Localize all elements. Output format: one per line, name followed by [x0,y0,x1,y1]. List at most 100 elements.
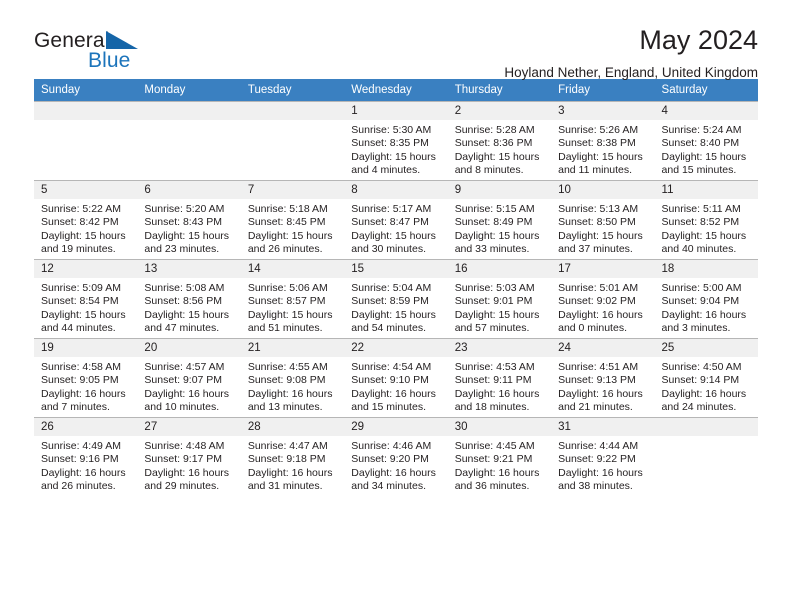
calendar-week-row: 1 Sunrise: 5:30 AM Sunset: 8:35 PM Daylight… [34,101,758,180]
calendar-day-cell[interactable]: 23 Sunrise: 4:53 AM Sunset: 9:11 PM Dayligh… [447,338,552,417]
calendar-week-row: 26 Sunrise: 4:49 AM Sunset: 9:16 PM Dayligh… [34,417,758,496]
day-details: Sunrise: 5:30 AM Sunset: 8:35 PM Daylight:… [344,120,447,178]
daylight-text: Daylight: 16 hours and 24 minutes. [661,387,747,414]
daylight-text: Daylight: 16 hours and 10 minutes. [144,387,230,414]
day-number: 22 [344,338,448,357]
day-number [654,417,758,436]
day-cell-inner: 9 Sunrise: 5:15 AM Sunset: 8:49 PM Daylight… [447,180,552,259]
day-number: 4 [654,101,758,120]
day-cell-inner [137,101,241,180]
day-cell-inner: 15 Sunrise: 5:04 AM Sunset: 8:59 PM Dayligh… [344,259,448,338]
weekday-header-tuesday: Tuesday [240,79,345,101]
day-cell-inner: 13 Sunrise: 5:08 AM Sunset: 8:56 PM Dayligh… [137,259,241,338]
sunset-text: Sunset: 9:07 PM [144,374,223,387]
calendar-day-cell[interactable]: 25 Sunrise: 4:50 AM Sunset: 9:14 PM Dayligh… [654,338,758,417]
weekday-header-monday: Monday [137,79,241,101]
day-number: 14 [240,259,345,278]
daylight-text: Daylight: 15 hours and 30 minutes. [351,229,436,256]
calendar-day-cell[interactable]: 18 Sunrise: 5:00 AM Sunset: 9:04 PM Dayligh… [654,259,758,338]
daylight-text: Daylight: 15 hours and 47 minutes. [144,308,230,335]
sunset-text: Sunset: 8:47 PM [351,216,429,229]
day-details: Sunrise: 5:26 AM Sunset: 8:38 PM Daylight:… [551,120,654,178]
sunrise-text: Sunrise: 5:15 AM [454,203,535,215]
sunrise-text: Sunrise: 5:06 AM [247,282,328,294]
calendar-day-cell[interactable]: 29 Sunrise: 4:46 AM Sunset: 9:20 PM Dayligh… [344,417,448,496]
calendar-day-cell[interactable]: 5 Sunrise: 5:22 AM Sunset: 8:42 PM Daylight… [34,180,138,259]
daylight-text: Daylight: 15 hours and 26 minutes. [247,229,333,256]
calendar-day-cell-empty [137,101,241,180]
sunrise-text: Sunrise: 4:55 AM [247,361,328,373]
calendar-day-cell[interactable]: 12 Sunrise: 5:09 AM Sunset: 8:54 PM Dayligh… [34,259,138,338]
calendar-day-cell[interactable]: 15 Sunrise: 5:04 AM Sunset: 8:59 PM Dayligh… [344,259,448,338]
calendar-day-cell[interactable]: 9 Sunrise: 5:15 AM Sunset: 8:49 PM Daylight… [447,180,552,259]
day-details: Sunrise: 4:57 AM Sunset: 9:07 PM Daylight:… [137,357,240,415]
sunset-text: Sunset: 8:45 PM [247,216,326,229]
sunset-text: Sunset: 9:05 PM [41,374,119,387]
day-number: 18 [654,259,758,278]
sunrise-text: Sunrise: 4:51 AM [558,361,639,373]
daylight-text: Daylight: 16 hours and 18 minutes. [454,387,540,414]
calendar-day-cell[interactable]: 26 Sunrise: 4:49 AM Sunset: 9:16 PM Dayligh… [34,417,138,496]
sunset-text: Sunset: 9:10 PM [351,374,429,387]
daylight-text: Daylight: 16 hours and 0 minutes. [558,308,643,335]
day-details: Sunrise: 5:20 AM Sunset: 8:43 PM Daylight:… [137,199,240,257]
calendar-day-cell[interactable]: 27 Sunrise: 4:48 AM Sunset: 9:17 PM Dayligh… [137,417,241,496]
sunset-text: Sunset: 9:21 PM [454,453,533,466]
day-cell-inner: 23 Sunrise: 4:53 AM Sunset: 9:11 PM Dayligh… [447,338,552,417]
calendar-day-cell[interactable]: 31 Sunrise: 4:44 AM Sunset: 9:22 PM Dayligh… [551,417,655,496]
calendar-day-cell[interactable]: 30 Sunrise: 4:45 AM Sunset: 9:21 PM Dayligh… [447,417,552,496]
day-number: 3 [551,101,655,120]
sunrise-text: Sunrise: 4:45 AM [454,440,535,452]
day-cell-inner: 18 Sunrise: 5:00 AM Sunset: 9:04 PM Dayligh… [654,259,758,338]
weekday-header-sunday: Sunday [34,79,138,101]
calendar-day-cell[interactable]: 19 Sunrise: 4:58 AM Sunset: 9:05 PM Dayligh… [34,338,138,417]
calendar-day-cell[interactable]: 21 Sunrise: 4:55 AM Sunset: 9:08 PM Dayligh… [240,338,345,417]
day-cell-inner: 25 Sunrise: 4:50 AM Sunset: 9:14 PM Dayligh… [654,338,758,417]
calendar-day-cell[interactable]: 22 Sunrise: 4:54 AM Sunset: 9:10 PM Dayligh… [344,338,448,417]
daylight-text: Daylight: 15 hours and 4 minutes. [351,150,436,177]
day-number: 8 [344,180,448,199]
calendar-day-cell[interactable]: 24 Sunrise: 4:51 AM Sunset: 9:13 PM Dayligh… [551,338,655,417]
calendar-day-cell[interactable]: 11 Sunrise: 5:11 AM Sunset: 8:52 PM Dayligh… [654,180,758,259]
calendar-day-cell[interactable]: 13 Sunrise: 5:08 AM Sunset: 8:56 PM Dayligh… [137,259,241,338]
day-number: 25 [654,338,758,357]
day-cell-inner: 21 Sunrise: 4:55 AM Sunset: 9:08 PM Dayligh… [240,338,345,417]
sunrise-text: Sunrise: 4:58 AM [41,361,121,373]
calendar-day-cell[interactable]: 3 Sunrise: 5:26 AM Sunset: 8:38 PM Daylight… [551,101,655,180]
sunset-text: Sunset: 8:42 PM [41,216,119,229]
daylight-text: Daylight: 16 hours and 29 minutes. [144,466,230,493]
calendar-day-cell-empty [654,417,758,496]
day-cell-inner: 20 Sunrise: 4:57 AM Sunset: 9:07 PM Dayligh… [137,338,241,417]
day-cell-inner: 24 Sunrise: 4:51 AM Sunset: 9:13 PM Dayligh… [551,338,655,417]
calendar-day-cell[interactable]: 10 Sunrise: 5:13 AM Sunset: 8:50 PM Dayligh… [551,180,655,259]
calendar-day-cell[interactable]: 20 Sunrise: 4:57 AM Sunset: 9:07 PM Dayligh… [137,338,241,417]
calendar-day-cell[interactable]: 7 Sunrise: 5:18 AM Sunset: 8:45 PM Daylight… [240,180,345,259]
calendar-day-cell[interactable]: 4 Sunrise: 5:24 AM Sunset: 8:40 PM Daylight… [654,101,758,180]
day-details: Sunrise: 5:28 AM Sunset: 8:36 PM Daylight:… [448,120,551,178]
sunset-text: Sunset: 8:54 PM [41,295,119,308]
sunset-text: Sunset: 9:04 PM [661,295,740,308]
sunrise-text: Sunrise: 5:01 AM [558,282,639,294]
calendar-day-cell[interactable]: 14 Sunrise: 5:06 AM Sunset: 8:57 PM Dayligh… [240,259,345,338]
calendar-day-cell[interactable]: 2 Sunrise: 5:28 AM Sunset: 8:36 PM Daylight… [447,101,552,180]
day-details: Sunrise: 5:22 AM Sunset: 8:42 PM Daylight:… [34,199,137,257]
day-details: Sunrise: 4:51 AM Sunset: 9:13 PM Daylight:… [551,357,654,415]
sunrise-text: Sunrise: 5:30 AM [351,124,432,136]
calendar-day-cell[interactable]: 16 Sunrise: 5:03 AM Sunset: 9:01 PM Dayligh… [447,259,552,338]
day-number [240,101,345,120]
calendar-day-cell-empty [240,101,345,180]
calendar-day-cell[interactable]: 1 Sunrise: 5:30 AM Sunset: 8:35 PM Daylight… [344,101,448,180]
day-number: 16 [447,259,552,278]
calendar-table: Sunday Monday Tuesday Wednesday Thursday Frid… [34,79,758,496]
calendar-day-cell[interactable]: 17 Sunrise: 5:01 AM Sunset: 9:02 PM Dayligh… [551,259,655,338]
calendar-day-cell[interactable]: 28 Sunrise: 4:47 AM Sunset: 9:18 PM Dayligh… [240,417,345,496]
calendar-day-cell[interactable]: 8 Sunrise: 5:17 AM Sunset: 8:47 PM Daylight… [344,180,448,259]
day-number: 9 [447,180,552,199]
calendar-day-cell[interactable]: 6 Sunrise: 5:20 AM Sunset: 8:43 PM Daylight… [137,180,241,259]
sunset-text: Sunset: 8:38 PM [558,137,636,150]
sunset-text: Sunset: 8:56 PM [144,295,223,308]
general-blue-logo[interactable]: General Blue [34,26,164,72]
sunset-text: Sunset: 9:01 PM [454,295,533,308]
day-number: 30 [447,417,552,436]
sunset-text: Sunset: 8:40 PM [661,137,740,150]
